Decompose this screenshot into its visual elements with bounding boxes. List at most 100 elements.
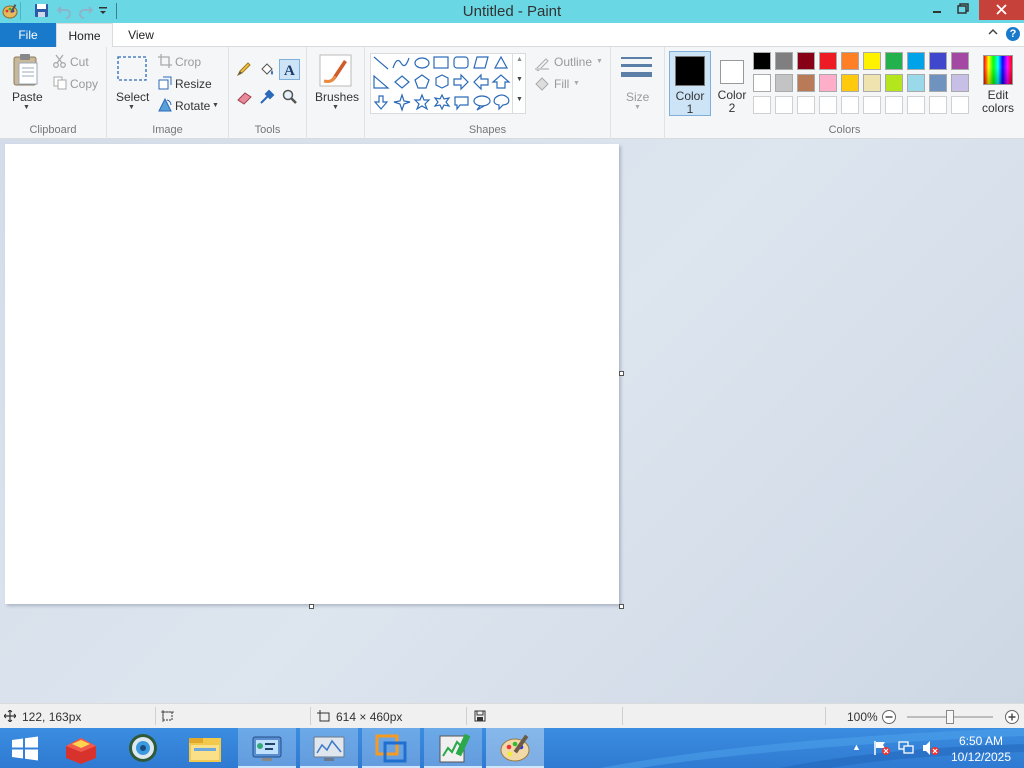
zoom-out-button[interactable] [881, 709, 897, 728]
close-button[interactable] [979, 0, 1024, 20]
rotate-button[interactable]: Rotate [175, 99, 210, 113]
copy-button[interactable]: Copy [70, 77, 98, 91]
palette-color-swatch[interactable] [885, 74, 903, 92]
show-hidden-icons-button[interactable]: ▲ [852, 742, 861, 752]
brushes-dropdown-icon[interactable]: ▼ [332, 104, 339, 111]
color2-button[interactable]: Color 2 [713, 51, 751, 116]
custom-color-slot[interactable] [819, 96, 837, 114]
colors-group: Color 1 Color 2 Edit colors Colors [665, 47, 1024, 139]
scroll-down-icon[interactable]: ▼ [516, 76, 523, 83]
action-center-flag-icon[interactable] [873, 740, 891, 759]
palette-color-swatch[interactable] [819, 74, 837, 92]
custom-color-slot[interactable] [929, 96, 947, 114]
palette-color-swatch[interactable] [885, 52, 903, 70]
size-icon[interactable] [620, 56, 653, 85]
rotate-dropdown-icon[interactable]: ▼ [212, 102, 219, 109]
taskbar-app-virtual-machine-icon[interactable] [362, 728, 420, 768]
start-button[interactable] [0, 728, 50, 768]
taskbar-app-file-explorer-icon[interactable] [176, 728, 234, 768]
taskbar-clock[interactable]: 6:50 AM 10/12/2025 [946, 733, 1016, 765]
brushes-icon[interactable] [319, 54, 352, 90]
brushes-button[interactable]: Brushes [315, 90, 359, 104]
palette-color-swatch[interactable] [907, 52, 925, 70]
drawing-canvas[interactable] [5, 144, 619, 604]
size-button[interactable]: Size [626, 90, 649, 104]
fill-bucket-icon[interactable] [259, 61, 275, 80]
resize-button[interactable]: Resize [175, 77, 212, 91]
image-group-label: Image [152, 124, 183, 136]
palette-color-swatch[interactable] [951, 74, 969, 92]
custom-color-slot[interactable] [907, 96, 925, 114]
pencil-icon[interactable] [236, 61, 252, 80]
home-tab[interactable]: Home [56, 23, 113, 48]
size-dropdown-icon[interactable]: ▼ [634, 104, 641, 111]
eraser-icon[interactable] [236, 91, 253, 108]
custom-color-slot[interactable] [885, 96, 903, 114]
text-tool-icon[interactable]: A [279, 59, 300, 80]
custom-color-slot[interactable] [863, 96, 881, 114]
minimize-button[interactable] [924, 0, 950, 20]
taskbar-app-globe-icon[interactable] [114, 728, 172, 768]
taskbar-app-red-box-icon[interactable] [52, 728, 110, 768]
zoom-in-button[interactable] [1004, 709, 1020, 728]
custom-color-slot[interactable] [841, 96, 859, 114]
network-icon[interactable] [898, 740, 916, 759]
custom-color-slot[interactable] [797, 96, 815, 114]
palette-color-swatch[interactable] [929, 52, 947, 70]
scroll-up-icon[interactable]: ▲ [516, 56, 523, 63]
expand-gallery-icon[interactable]: ▼ [516, 96, 523, 103]
palette-color-swatch[interactable] [907, 74, 925, 92]
outline-button[interactable]: Outline [554, 55, 592, 69]
palette-color-swatch[interactable] [929, 74, 947, 92]
custom-color-slot[interactable] [951, 96, 969, 114]
taskbar-app-control-panel-icon[interactable] [238, 728, 296, 768]
palette-color-swatch[interactable] [863, 52, 881, 70]
palette-color-swatch[interactable] [797, 74, 815, 92]
zoom-slider-thumb[interactable] [946, 710, 954, 724]
help-icon[interactable]: ? [1006, 27, 1020, 41]
palette-color-swatch[interactable] [841, 74, 859, 92]
fill-dropdown-icon[interactable]: ▼ [573, 80, 580, 87]
taskbar-app-paint-icon[interactable] [486, 728, 544, 768]
fill-button[interactable]: Fill [554, 77, 569, 91]
paste-button[interactable]: Paste [12, 90, 43, 104]
palette-color-swatch[interactable] [797, 52, 815, 70]
volume-muted-icon[interactable] [922, 740, 940, 759]
select-dropdown-icon[interactable]: ▼ [128, 104, 135, 111]
resize-handle-right[interactable] [619, 371, 624, 376]
edit-colors-button[interactable]: Edit colors [975, 51, 1021, 116]
outline-dropdown-icon[interactable]: ▼ [596, 58, 603, 65]
shapes-gallery-scroll[interactable]: ▲ ▼ ▼ [512, 54, 526, 113]
shapes-gallery: ▲ ▼ ▼ [370, 53, 526, 114]
taskbar-app-monitor-icon[interactable] [300, 728, 358, 768]
restore-button[interactable] [950, 0, 976, 20]
palette-color-swatch[interactable] [863, 74, 881, 92]
select-icon[interactable] [117, 56, 147, 84]
palette-color-swatch[interactable] [841, 52, 859, 70]
paste-dropdown-icon[interactable]: ▼ [23, 104, 30, 111]
taskbar-app-task-manager-icon[interactable] [424, 728, 482, 768]
resize-handle-bottom[interactable] [309, 604, 314, 609]
palette-color-swatch[interactable] [753, 74, 771, 92]
palette-color-swatch[interactable] [753, 52, 771, 70]
palette-color-swatch[interactable] [775, 52, 793, 70]
crop-button[interactable]: Crop [175, 55, 201, 69]
palette-color-swatch[interactable] [775, 74, 793, 92]
color-picker-icon[interactable] [259, 89, 275, 108]
palette-color-swatch[interactable] [951, 52, 969, 70]
file-tab[interactable]: File [0, 23, 56, 47]
canvas-workspace[interactable] [0, 139, 1024, 703]
custom-color-slot[interactable] [775, 96, 793, 114]
clock-date: 10/12/2025 [950, 750, 1012, 764]
magnifier-icon[interactable] [282, 89, 298, 108]
resize-handle-corner[interactable] [619, 604, 624, 609]
custom-color-slot[interactable] [753, 96, 771, 114]
minimize-ribbon-icon[interactable] [988, 28, 998, 39]
palette-color-swatch[interactable] [819, 52, 837, 70]
cut-button[interactable]: Cut [70, 55, 89, 69]
paste-icon[interactable] [12, 53, 40, 90]
select-button[interactable]: Select [116, 90, 149, 104]
color1-button[interactable]: Color 1 [669, 51, 711, 116]
edit-colors-line2: colors [981, 101, 1014, 115]
view-tab[interactable]: View [118, 23, 164, 47]
